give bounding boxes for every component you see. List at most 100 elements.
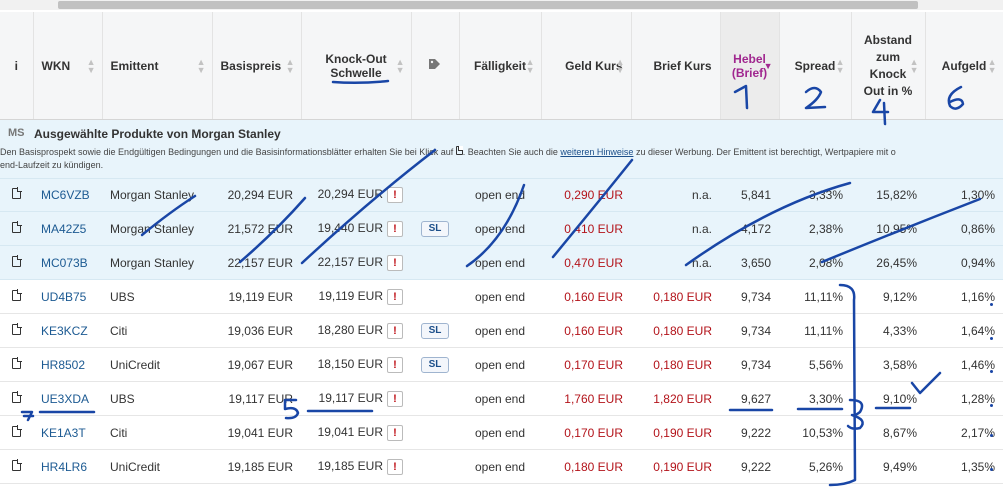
document-icon[interactable]: [12, 187, 22, 199]
col-hebel[interactable]: Hebel (Brief) ▼: [720, 12, 780, 120]
doc-cell[interactable]: [0, 381, 33, 416]
emittent-header-label: Emittent: [110, 58, 159, 73]
document-icon[interactable]: [12, 459, 22, 471]
faelligkeit-cell: open end: [459, 279, 541, 314]
abstand-cell: 9,10%: [851, 381, 925, 416]
table-row[interactable]: HR8502 UniCredit 19,067 EUR 18,150 EUR! SL op…: [0, 347, 1003, 382]
document-icon[interactable]: [12, 357, 22, 369]
warning-icon[interactable]: !: [387, 186, 403, 203]
further-notes-link[interactable]: weiteren Hinweise: [560, 147, 633, 157]
doc-cell[interactable]: [0, 415, 33, 450]
document-icon[interactable]: [12, 323, 22, 335]
doc-cell[interactable]: [0, 449, 33, 484]
wkn-link[interactable]: UE3XDA: [33, 381, 102, 416]
hebel-cell: 9,222: [720, 415, 779, 450]
knockout-value: 19,041 EUR: [317, 424, 383, 439]
wkn-link[interactable]: HR4LR6: [33, 449, 102, 484]
doc-cell[interactable]: [0, 211, 33, 246]
doc-cell[interactable]: [0, 178, 33, 212]
aufgeld-cell: 1,30%: [925, 178, 1003, 212]
col-spread[interactable]: Spread ▲ ▼: [779, 12, 852, 120]
wkn-link[interactable]: KE1A3T: [33, 415, 102, 450]
stop-loss-badge[interactable]: SL: [421, 357, 449, 373]
document-icon[interactable]: [12, 425, 22, 437]
doc-cell[interactable]: [0, 245, 33, 280]
stop-loss-badge[interactable]: SL: [421, 323, 449, 339]
doc-cell[interactable]: [0, 347, 33, 382]
knockout-cell: 19,117 EUR!: [301, 381, 411, 416]
col-geld[interactable]: Geld Kurs ▲ ▼: [541, 12, 632, 120]
hebel-cell: 3,650: [720, 245, 779, 280]
warning-icon[interactable]: !: [387, 458, 403, 475]
sort-icon[interactable]: ▲ ▼: [836, 57, 845, 74]
aufgeld-cell: 1,28%: [925, 381, 1003, 416]
stop-loss-badge[interactable]: SL: [421, 221, 449, 237]
sort-icon[interactable]: ▲ ▼: [526, 57, 535, 74]
table-row[interactable]: MC6VZB Morgan Stanley 20,294 EUR 20,294 EUR…: [0, 178, 1003, 212]
table-row[interactable]: MC073B Morgan Stanley 22,157 EUR 22,157 EUR…: [0, 245, 1003, 280]
warning-icon[interactable]: !: [387, 322, 403, 339]
warning-icon[interactable]: !: [387, 288, 403, 305]
document-icon[interactable]: [455, 145, 464, 155]
wkn-link[interactable]: MC073B: [33, 245, 102, 280]
table-row[interactable]: KE3KCZ Citi 19,036 EUR 18,280 EUR! SL open en…: [0, 313, 1003, 348]
table-row[interactable]: KE1A3T Citi 19,041 EUR 19,041 EUR! open end 0…: [0, 415, 1003, 450]
document-icon[interactable]: [12, 221, 22, 233]
warning-icon[interactable]: !: [387, 220, 403, 237]
col-faelligkeit[interactable]: Fälligkeit ▲ ▼: [459, 12, 542, 120]
col-brief[interactable]: Brief Kurs: [631, 12, 721, 120]
table-row[interactable]: MA42Z5 Morgan Stanley 21,572 EUR 19,440 EUR…: [0, 211, 1003, 246]
scrollbar-thumb[interactable]: [58, 1, 918, 9]
warning-icon[interactable]: !: [387, 424, 403, 441]
wkn-link[interactable]: UD4B75: [33, 279, 102, 314]
table-row[interactable]: UE3XDA UBS 19,117 EUR 19,117 EUR! open end 1,…: [0, 381, 1003, 416]
document-icon[interactable]: [12, 255, 22, 267]
wkn-link[interactable]: KE3KCZ: [33, 313, 102, 348]
spread-header-label: Spread: [794, 58, 836, 73]
sort-icon[interactable]: ▲ ▼: [197, 57, 206, 74]
basispreis-cell: 19,067 EUR: [212, 347, 301, 382]
warning-icon[interactable]: !: [387, 254, 403, 271]
col-tag[interactable]: [411, 12, 460, 120]
col-knockout[interactable]: Knock-Out Schwelle ▲ ▼: [301, 12, 412, 120]
horizontal-scrollbar[interactable]: [0, 0, 1003, 10]
brief-header-label: Brief Kurs: [653, 58, 712, 73]
wkn-link[interactable]: MA42Z5: [33, 211, 102, 246]
doc-cell[interactable]: [0, 279, 33, 314]
knockout-cell: 18,280 EUR!: [301, 313, 411, 348]
col-aufgeld[interactable]: Aufgeld ▲ ▼: [925, 12, 1003, 120]
knockout-cell: 19,119 EUR!: [301, 279, 411, 314]
geld-cell: 0,170 EUR: [541, 347, 631, 382]
brief-cell: 0,190 EUR: [631, 449, 720, 484]
abstand-cell: 26,45%: [851, 245, 925, 280]
sort-icon[interactable]: ▲ ▼: [910, 57, 919, 74]
wkn-link[interactable]: HR8502: [33, 347, 102, 382]
warning-icon[interactable]: !: [387, 356, 403, 373]
sl-cell: [411, 245, 459, 280]
document-icon[interactable]: [12, 289, 22, 301]
doc-cell[interactable]: [0, 313, 33, 348]
warning-icon[interactable]: !: [387, 390, 403, 407]
col-wkn[interactable]: WKN ▲ ▼: [33, 12, 103, 120]
table-row[interactable]: HR4LR6 UniCredit 19,185 EUR 19,185 EUR! open…: [0, 449, 1003, 484]
wkn-link[interactable]: MC6VZB: [33, 178, 102, 212]
col-abstand[interactable]: Abstand zum Knock Out in % ▲ ▼: [851, 12, 926, 120]
sort-icon[interactable]: ▲ ▼: [87, 57, 96, 74]
sort-icon[interactable]: ▲ ▼: [988, 57, 997, 74]
sort-desc-icon[interactable]: ▼: [764, 61, 773, 70]
aufgeld-cell: 1,16%: [925, 279, 1003, 314]
table-row[interactable]: UD4B75 UBS 19,119 EUR 19,119 EUR! open end 0,…: [0, 279, 1003, 314]
header-row: i WKN ▲ ▼ Emittent ▲ ▼ Basispreis ▲ ▼ Knock-Ou…: [0, 12, 1003, 120]
sl-cell: SL: [411, 211, 459, 246]
geld-cell: 1,760 EUR: [541, 381, 631, 416]
col-emittent[interactable]: Emittent ▲ ▼: [102, 12, 213, 120]
sort-icon[interactable]: ▲ ▼: [396, 57, 405, 74]
sort-icon[interactable]: ▲ ▼: [286, 57, 295, 74]
faelligkeit-cell: open end: [459, 381, 541, 416]
sort-icon[interactable]: ▲ ▼: [616, 57, 625, 74]
knockout-value: 19,185 EUR: [317, 458, 383, 473]
brief-cell: 0,190 EUR: [631, 415, 720, 450]
sl-cell: [411, 449, 459, 484]
col-basispreis[interactable]: Basispreis ▲ ▼: [212, 12, 302, 120]
document-icon[interactable]: [12, 391, 22, 403]
